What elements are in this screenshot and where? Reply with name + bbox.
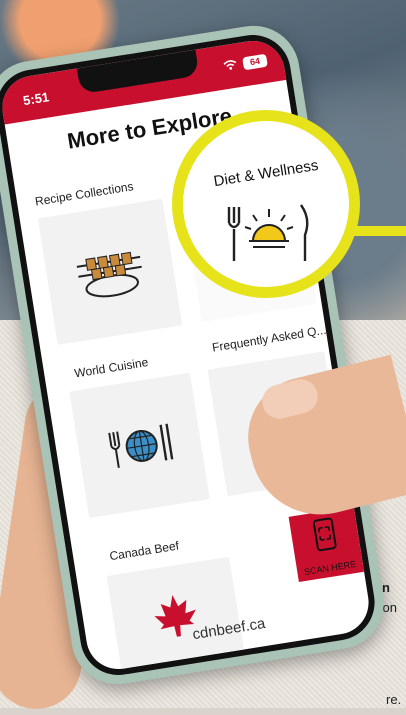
- card-world-cuisine[interactable]: [69, 372, 210, 519]
- phone-bezel: 5:51 64 More to Explore Recipe Collectio…: [0, 29, 381, 681]
- battery-indicator: 64: [242, 53, 268, 71]
- card-label-recipe-collections[interactable]: Recipe Collections: [34, 179, 134, 208]
- magnifier-highlight: Diet & Wellness: [172, 110, 360, 298]
- card-label-canada-beef[interactable]: Canada Beef: [108, 538, 179, 563]
- fork-globe-knife-icon: [108, 423, 174, 468]
- scan-here-badge[interactable]: SCAN HERE: [288, 506, 365, 583]
- status-time: 5:51: [22, 89, 51, 109]
- diet-wellness-magnified-title[interactable]: Diet & Wellness: [183, 152, 350, 195]
- card-label-faq[interactable]: Frequently Asked Q...: [211, 323, 327, 355]
- card-label-world-cuisine[interactable]: World Cuisine: [73, 355, 149, 380]
- scan-here-label: SCAN HERE: [303, 558, 357, 578]
- fork-sun-knife-icon: [227, 204, 309, 261]
- phone-frame: 5:51 64 More to Explore Recipe Collectio…: [0, 19, 391, 691]
- wifi-icon: [222, 58, 238, 74]
- phone-device: 5:51 64 More to Explore Recipe Collectio…: [0, 0, 406, 708]
- card-recipe-collections[interactable]: [37, 198, 183, 345]
- magnifier-pointer: [354, 226, 406, 236]
- skewer-plate-icon: [76, 251, 142, 298]
- card-canada-beef[interactable]: [106, 556, 245, 674]
- phone-scan-icon: [312, 517, 337, 552]
- notch: [76, 49, 200, 95]
